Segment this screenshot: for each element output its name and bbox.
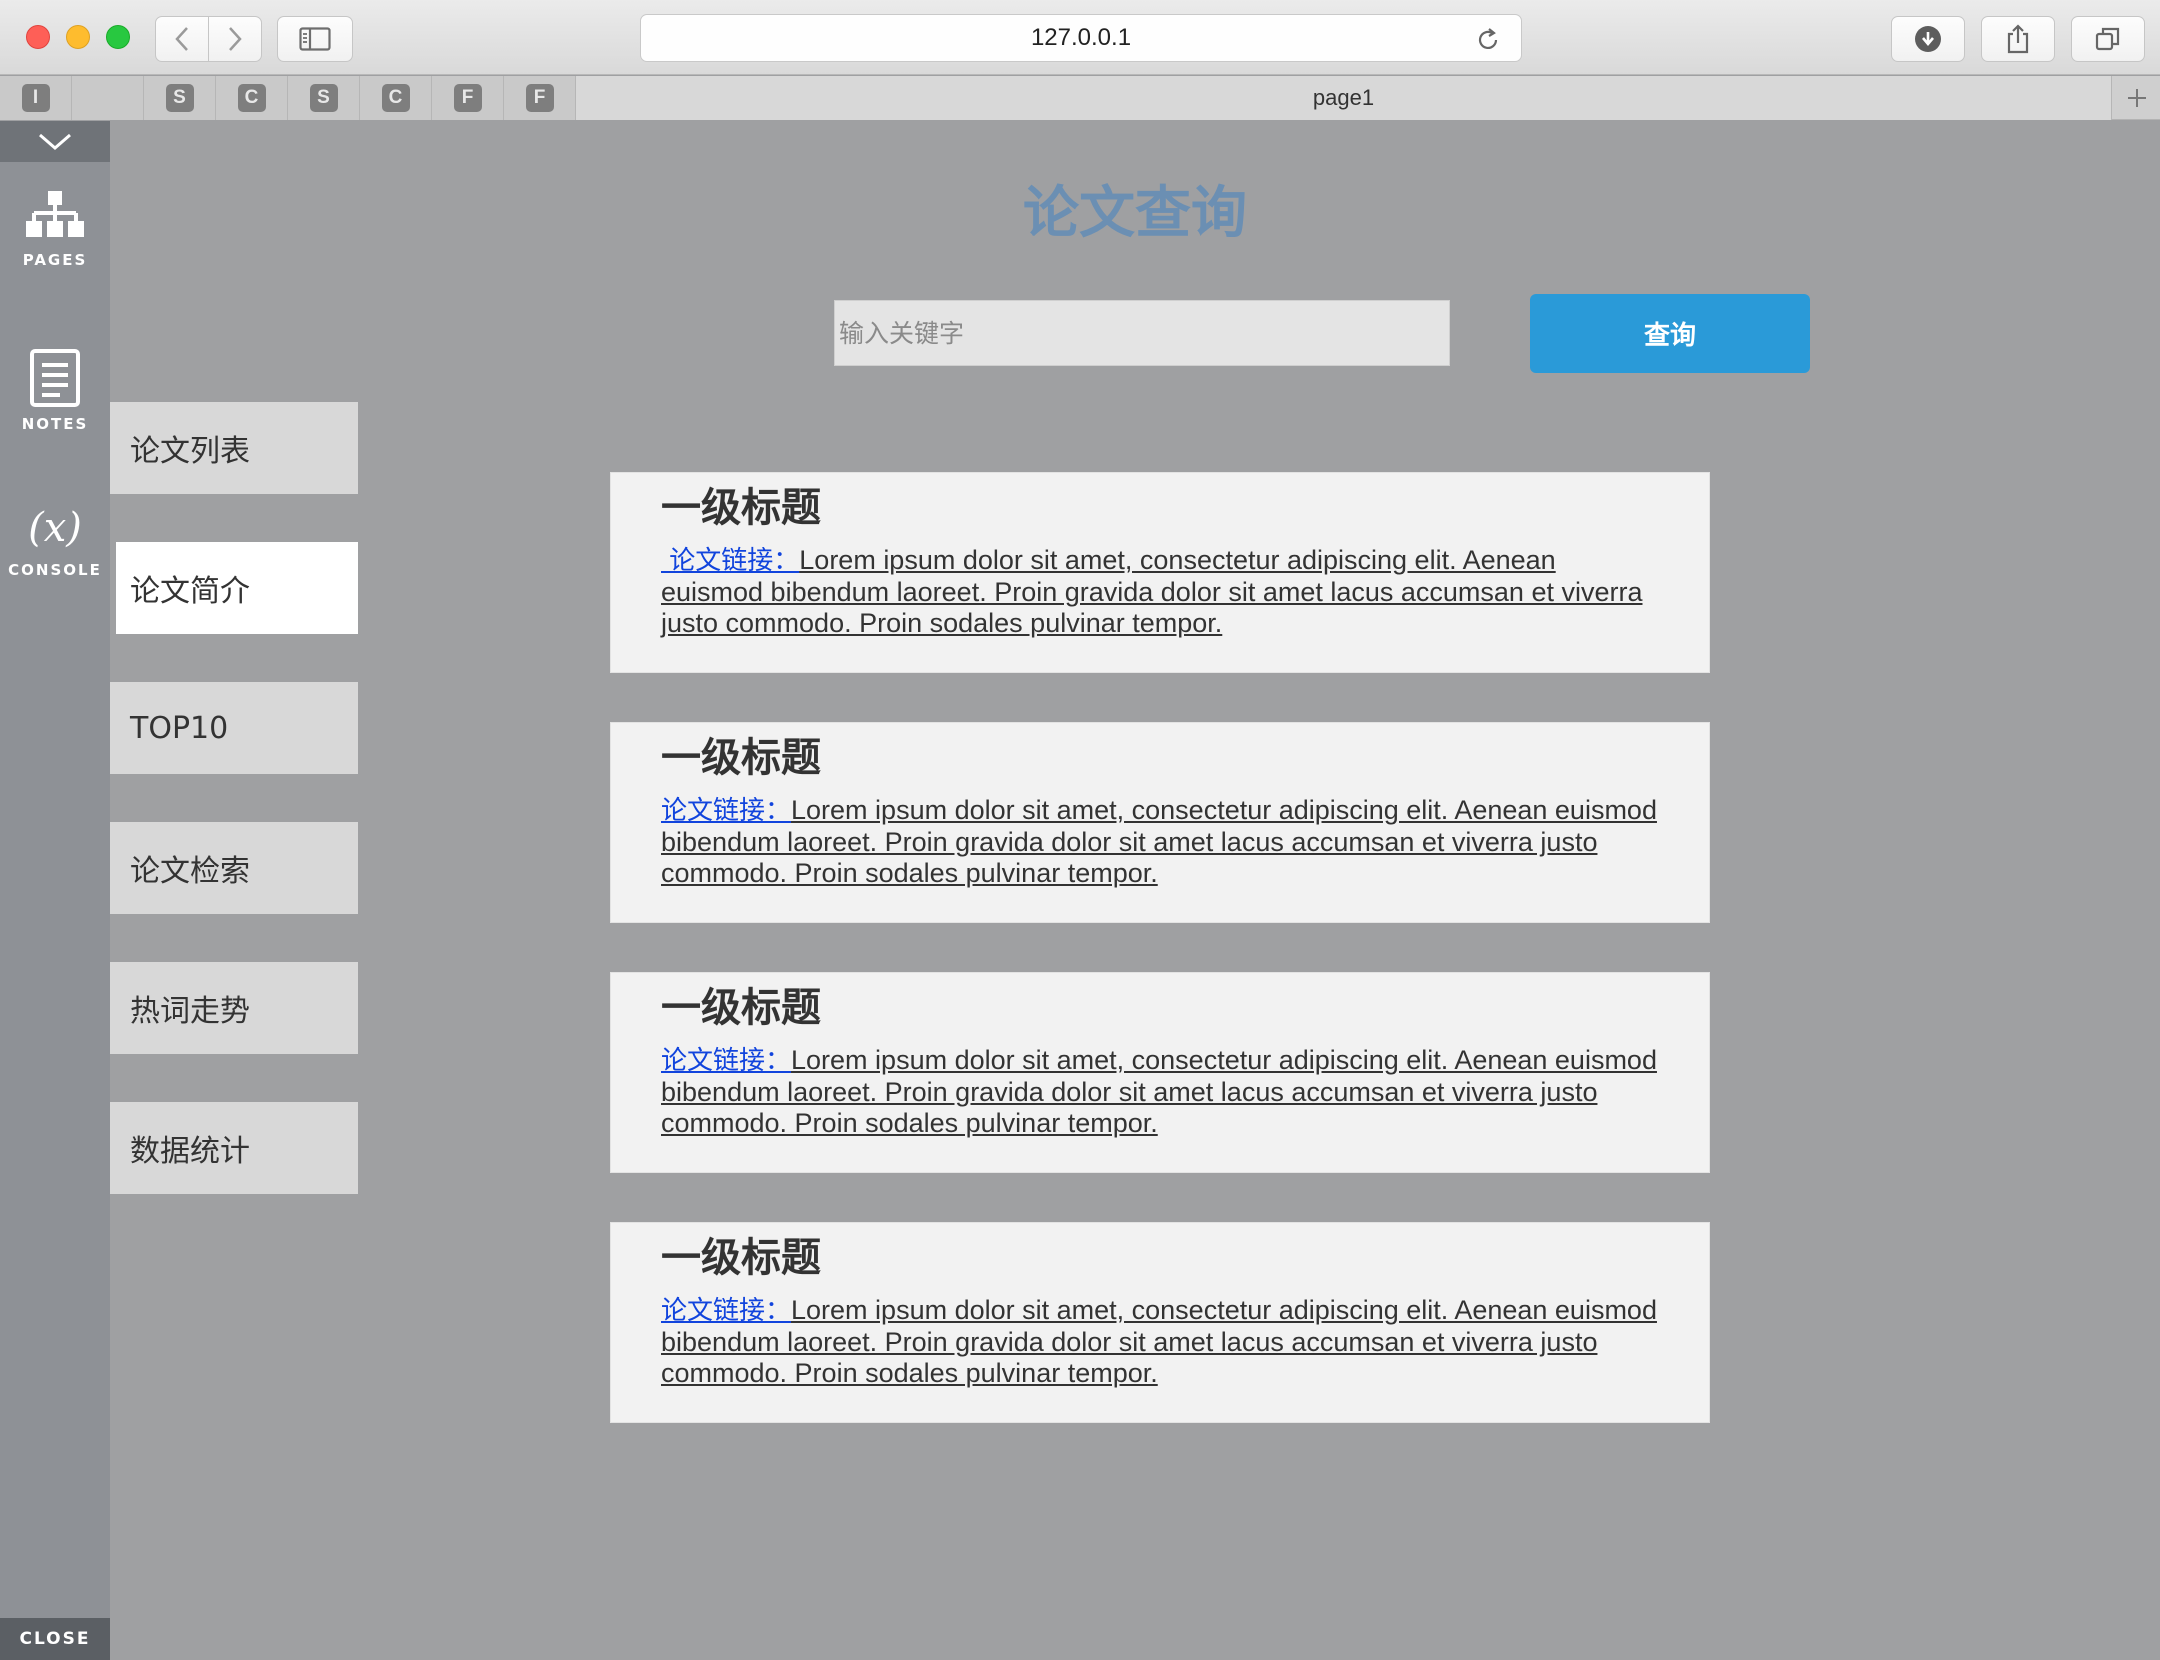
paper-link[interactable]: 论文链接： xyxy=(661,1296,791,1326)
notes-icon xyxy=(30,349,80,407)
favicon: S xyxy=(309,84,338,112)
address-bar[interactable]: 127.0.0.1 xyxy=(640,14,1522,62)
result-card: 一级标题 论文链接：Lorem ipsum dolor sit amet, co… xyxy=(610,972,1710,1173)
result-card: 一级标题 论文链接：Lorem ipsum dolor sit amet, co… xyxy=(610,472,1710,673)
tab-overview-button[interactable] xyxy=(2071,16,2145,62)
pinned-tab[interactable]: S xyxy=(288,76,360,120)
close-rail-button[interactable]: CLOSE xyxy=(0,1618,110,1660)
prototype-sidebar: PAGES NOTES (x) CONSOLE CLOSE xyxy=(0,121,110,1660)
pages-label: PAGES xyxy=(22,251,88,269)
favicon: F xyxy=(525,84,554,112)
collapse-rail-button[interactable] xyxy=(0,121,110,162)
nav-top10[interactable]: TOP10 xyxy=(110,682,358,774)
nav-paper-search[interactable]: 论文检索 xyxy=(110,822,358,914)
share-icon xyxy=(2007,24,2029,54)
pinned-tab[interactable]: S xyxy=(144,76,216,120)
result-snippet[interactable]: Lorem ipsum dolor sit amet, consectetur … xyxy=(661,795,1657,888)
result-body: 论文链接：Lorem ipsum dolor sit amet, consect… xyxy=(661,545,1661,639)
result-title: 一级标题 xyxy=(661,985,821,1031)
tab-bar: I S C S C F F page1 xyxy=(0,76,2160,120)
result-title: 一级标题 xyxy=(661,485,821,531)
chevron-down-icon xyxy=(39,133,71,150)
chevron-left-icon xyxy=(175,27,188,51)
notes-label: NOTES xyxy=(21,415,89,433)
result-snippet[interactable]: Lorem ipsum dolor sit amet, consectetur … xyxy=(661,545,1642,638)
active-tab-title: page1 xyxy=(1312,85,1375,110)
pinned-tab[interactable]: I xyxy=(0,76,72,120)
reload-icon[interactable] xyxy=(1475,27,1501,53)
sitemap-icon xyxy=(26,191,84,237)
pinned-tab[interactable]: F xyxy=(432,76,504,120)
result-body: 论文链接：Lorem ipsum dolor sit amet, consect… xyxy=(661,795,1661,889)
console-label: CONSOLE xyxy=(8,561,102,579)
nav-paper-list[interactable]: 论文列表 xyxy=(110,402,358,494)
paper-link-label: 论文链接： xyxy=(669,546,800,576)
close-window-button[interactable] xyxy=(26,25,50,49)
pinned-tab[interactable]: F xyxy=(504,76,576,120)
nav-hotword-trend[interactable]: 热词走势 xyxy=(110,962,358,1054)
minimize-window-button[interactable] xyxy=(66,25,90,49)
pinned-tab[interactable]: C xyxy=(360,76,432,120)
share-button[interactable] xyxy=(1981,16,2055,62)
favicon: C xyxy=(237,84,266,112)
downloads-button[interactable] xyxy=(1891,16,1965,62)
console-button[interactable]: (x) CONSOLE xyxy=(0,503,110,579)
result-body: 论文链接：Lorem ipsum dolor sit amet, consect… xyxy=(661,1045,1661,1139)
paper-link[interactable]: 论文链接： xyxy=(661,796,791,826)
plus-icon xyxy=(2127,89,2146,107)
paper-link[interactable]: 论文链接： xyxy=(661,1046,791,1076)
back-button[interactable] xyxy=(155,16,209,62)
search-button[interactable]: 查询 xyxy=(1530,294,1810,373)
download-icon xyxy=(1915,26,1941,52)
active-tab[interactable]: page1 xyxy=(576,76,2112,120)
result-snippet[interactable]: Lorem ipsum dolor sit amet, consectetur … xyxy=(661,1045,1657,1138)
result-title: 一级标题 xyxy=(661,735,821,781)
pages-button[interactable]: PAGES xyxy=(0,191,110,269)
favicon: I xyxy=(21,84,50,112)
browser-toolbar: 127.0.0.1 xyxy=(0,0,2160,75)
chevron-right-icon xyxy=(229,27,242,51)
favicon: C xyxy=(381,84,410,112)
page-title: 论文查询 xyxy=(1023,181,1247,246)
url-text: 127.0.0.1 xyxy=(1030,24,1132,51)
result-card: 一级标题 论文链接：Lorem ipsum dolor sit amet, co… xyxy=(610,1222,1710,1423)
tabs-overview-icon xyxy=(2095,27,2120,51)
nav-paper-summary[interactable]: 论文简介 xyxy=(116,542,358,634)
result-body: 论文链接：Lorem ipsum dolor sit amet, consect… xyxy=(661,1295,1661,1389)
favicon: S xyxy=(165,84,194,112)
paper-link[interactable]: 论文链接： xyxy=(661,546,799,576)
zoom-window-button[interactable] xyxy=(106,25,130,49)
search-input[interactable] xyxy=(834,300,1450,366)
sidebar-toggle-button[interactable] xyxy=(277,16,353,62)
result-title: 一级标题 xyxy=(661,1235,821,1281)
favicon: F xyxy=(453,84,482,112)
new-tab-button[interactable] xyxy=(2113,76,2160,120)
pinned-tab[interactable] xyxy=(72,76,144,120)
notes-button[interactable]: NOTES xyxy=(0,349,110,433)
result-card: 一级标题 论文链接：Lorem ipsum dolor sit amet, co… xyxy=(610,722,1710,923)
nav-data-statistics[interactable]: 数据统计 xyxy=(110,1102,358,1194)
result-snippet[interactable]: Lorem ipsum dolor sit amet, consectetur … xyxy=(661,1295,1657,1388)
variable-icon: (x) xyxy=(28,505,82,551)
forward-button[interactable] xyxy=(208,16,262,62)
sidebar-icon xyxy=(299,27,331,51)
pinned-tab[interactable]: C xyxy=(216,76,288,120)
